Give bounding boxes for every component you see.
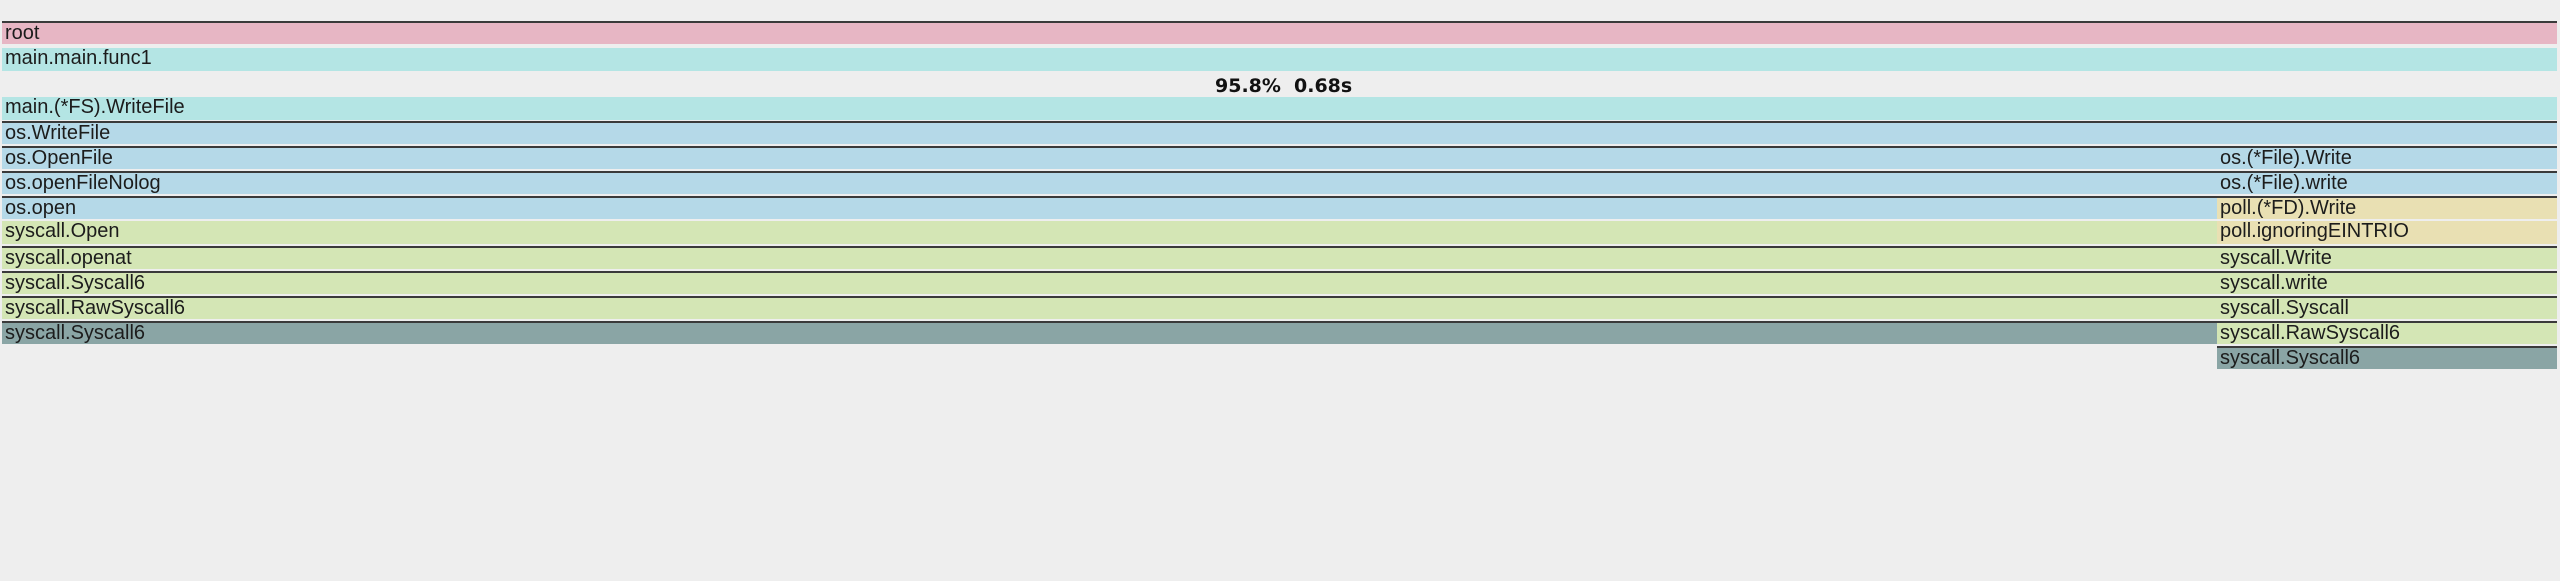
frame-fd-write[interactable]: poll.(*FD).Write	[2217, 196, 2557, 219]
frame-os-openfile[interactable]: os.OpenFile	[2, 146, 2217, 169]
frame-syscall-write-lower[interactable]: syscall.write	[2217, 271, 2557, 294]
frame-main-main-func1[interactable]: main.main.func1	[2, 48, 2557, 71]
frame-syscall-rawsyscall6[interactable]: syscall.RawSyscall6	[2, 296, 2217, 319]
stats-duration: 0.68s	[1294, 75, 1353, 97]
frame-syscall-openat[interactable]: syscall.openat	[2, 246, 2217, 269]
frame-file-write[interactable]: os.(*File).Write	[2217, 146, 2557, 169]
frame-syscall-syscall6[interactable]: syscall.Syscall6	[2, 271, 2217, 294]
frame-file-write-lower[interactable]: os.(*File).write	[2217, 171, 2557, 194]
frame-syscall-syscall[interactable]: syscall.Syscall	[2217, 296, 2557, 319]
frame-syscall-syscall6-right-leaf[interactable]: syscall.Syscall6	[2217, 346, 2557, 369]
frame-syscall-open[interactable]: syscall.Open	[2, 221, 2217, 244]
frame-syscall-rawsyscall6-right[interactable]: syscall.RawSyscall6	[2217, 321, 2557, 344]
frame-fs-writefile[interactable]: main.(*FS).WriteFile	[2, 97, 2557, 120]
frame-syscall-write[interactable]: syscall.Write	[2217, 246, 2557, 269]
flamegraph: root main.main.func1 95.8% 0.68s main.(*…	[0, 0, 2560, 581]
frame-syscall-syscall6-leaf[interactable]: syscall.Syscall6	[2, 321, 2217, 344]
stats-percent: 95.8%	[1215, 75, 1281, 97]
selection-stats: 95.8% 0.68s	[0, 73, 2560, 99]
frame-os-writefile[interactable]: os.WriteFile	[2, 121, 2557, 144]
frame-os-openfilenolog[interactable]: os.openFileNolog	[2, 171, 2217, 194]
frame-os-open[interactable]: os.open	[2, 196, 2217, 219]
frame-poll-ignoring-eintrio[interactable]: poll.ignoringEINTRIO	[2217, 221, 2557, 244]
frame-root[interactable]: root	[2, 21, 2557, 44]
